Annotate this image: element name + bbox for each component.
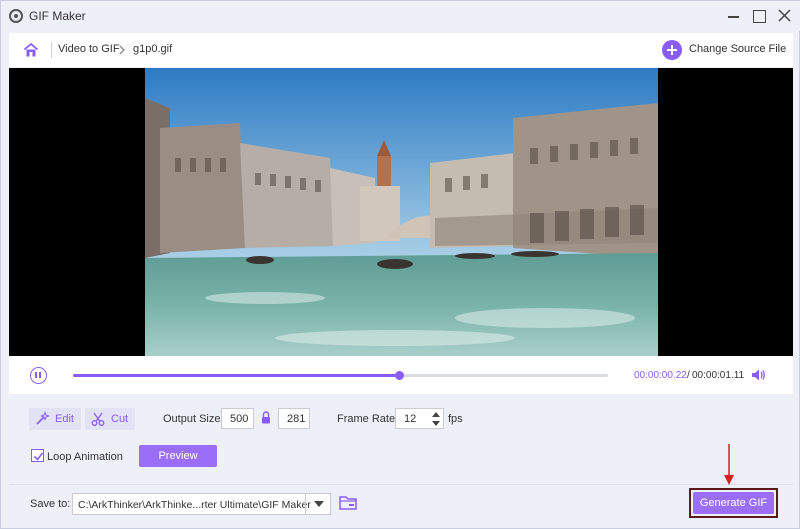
save-path-dropdown[interactable]: C:\ArkThinker\ArkThinke...rter Ultimate\…: [72, 493, 331, 515]
total-time: 00:00:01.11: [692, 370, 745, 381]
cut-button[interactable]: Cut: [85, 408, 135, 430]
add-icon[interactable]: [662, 40, 682, 60]
stepper-arrows-icon[interactable]: [431, 409, 441, 429]
chevron-down-icon[interactable]: [305, 494, 331, 514]
video-preview: [9, 68, 793, 356]
output-size-label: Output Size:: [163, 413, 224, 425]
current-time: 00:00:00.22: [634, 370, 687, 381]
preview-button[interactable]: Preview: [139, 445, 217, 467]
maximize-button[interactable]: [749, 7, 769, 25]
breadcrumb-current-file: g1p0.gif: [133, 43, 173, 55]
cut-label: Cut: [111, 413, 129, 425]
seek-bar-progress: [73, 374, 400, 377]
save-bar: Save to: C:\ArkThinker\ArkThinke...rter …: [9, 484, 793, 524]
save-path-value: C:\ArkThinker\ArkThinke...rter Ultimate\…: [78, 499, 311, 511]
close-button[interactable]: [775, 7, 795, 25]
generate-gif-button[interactable]: Generate GIF: [693, 492, 774, 514]
app-window: GIF Maker Video to GIF g1p0.gif Change S…: [0, 0, 800, 529]
home-icon[interactable]: [23, 42, 39, 58]
edit-label: Edit: [55, 413, 74, 425]
magic-wand-icon: [36, 411, 50, 425]
fps-label: fps: [448, 413, 463, 425]
output-height-field[interactable]: 281: [278, 408, 310, 429]
close-icon: [778, 9, 791, 22]
change-source-file-link[interactable]: Change Source File: [689, 43, 786, 55]
playback-controls: 00:00:00.22 / 00:00:01.11: [9, 356, 793, 394]
edit-button[interactable]: Edit: [29, 408, 81, 430]
time-separator: /: [687, 370, 690, 381]
loop-animation-checkbox[interactable]: [31, 449, 44, 462]
window-title: GIF Maker: [29, 9, 86, 23]
nav-divider: [51, 42, 52, 58]
annotation-arrow: [724, 444, 734, 485]
scissors-icon: [91, 412, 105, 426]
breadcrumb-video-to-gif[interactable]: Video to GIF: [58, 43, 120, 55]
output-width-field[interactable]: 500: [221, 408, 254, 429]
seek-bar-handle[interactable]: [394, 371, 404, 380]
app-logo-icon: [9, 9, 23, 23]
title-bar: GIF Maker: [1, 1, 800, 31]
chevron-right-icon: [119, 45, 125, 55]
venice-canal-scene: [145, 68, 658, 356]
minimize-button[interactable]: [724, 7, 744, 25]
navigation-bar: Video to GIF g1p0.gif Change Source File: [9, 33, 793, 67]
generate-gif-highlight: Generate GIF: [689, 488, 778, 518]
checkmark-icon: [33, 452, 44, 461]
volume-icon[interactable]: [750, 367, 766, 383]
video-frame-image: [145, 68, 658, 356]
pause-button[interactable]: [30, 367, 47, 384]
loop-animation-label: Loop Animation: [47, 451, 123, 463]
folder-icon[interactable]: [339, 495, 357, 511]
frame-rate-label: Frame Rate:: [337, 413, 399, 425]
settings-panel: Edit Cut Output Size: 500 281 Frame Rate…: [9, 394, 793, 484]
save-to-label: Save to:: [30, 498, 71, 510]
seek-bar[interactable]: [73, 371, 608, 380]
lock-icon[interactable]: [261, 411, 271, 424]
